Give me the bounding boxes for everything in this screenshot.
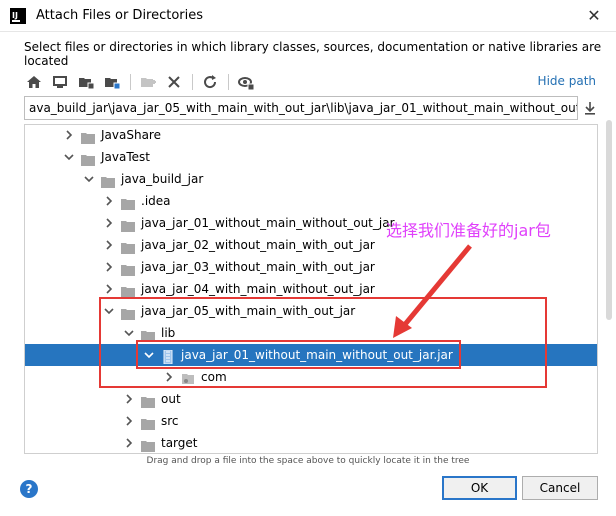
chevron-right-icon[interactable]	[103, 234, 115, 256]
tree-row[interactable]: .idea	[25, 190, 597, 212]
folder-icon	[141, 415, 155, 430]
folder-icon	[121, 195, 135, 210]
dialog-description: Select files or directories in which lib…	[24, 40, 602, 68]
tree-row[interactable]: java_build_jar	[25, 168, 597, 190]
new-folder-icon[interactable]	[138, 72, 158, 92]
close-icon[interactable]: ✕	[582, 4, 606, 28]
tree-row[interactable]: out	[25, 388, 597, 410]
folder-icon	[101, 173, 115, 188]
title-bar: IJ Attach Files or Directories ✕	[0, 0, 616, 32]
tree-scrollbar[interactable]	[606, 120, 612, 320]
tree-row-label: src	[161, 414, 179, 428]
tree-row-label: JavaTest	[101, 150, 150, 164]
tree-row-label: java_jar_01_without_main_without_out_jar	[141, 216, 395, 230]
tree-row-label: .idea	[141, 194, 171, 208]
drag-hint: Drag and drop a file into the space abov…	[146, 456, 470, 466]
toolbar-separator	[228, 74, 229, 90]
tree-row-label: JavaShare	[101, 128, 161, 142]
folder-icon	[121, 217, 135, 232]
intellij-app-icon: IJ	[10, 8, 26, 24]
annotation-text: 选择我们准备好的jar包	[386, 221, 551, 240]
module-folder-icon[interactable]	[102, 72, 122, 92]
tree-row-label: target	[161, 436, 198, 450]
tree-row-label: out	[161, 392, 181, 406]
desktop-icon[interactable]	[50, 72, 70, 92]
folder-icon	[141, 437, 155, 452]
delete-icon[interactable]	[164, 72, 184, 92]
folder-icon	[81, 129, 95, 144]
chevron-right-icon[interactable]	[63, 125, 75, 146]
window-title: Attach Files or Directories	[36, 8, 204, 23]
toolbar-separator	[192, 74, 193, 90]
toolbar: Hide path	[24, 70, 598, 94]
refresh-icon[interactable]	[200, 72, 220, 92]
chevron-right-icon[interactable]	[103, 212, 115, 234]
home-icon[interactable]	[24, 72, 44, 92]
tree-row[interactable]: target	[25, 432, 597, 453]
ok-button[interactable]: OK	[442, 476, 517, 500]
chevron-right-icon[interactable]	[123, 432, 135, 453]
folder-icon	[141, 393, 155, 408]
folder-icon	[121, 239, 135, 254]
path-row: ava_build_jar\java_jar_05_with_main_with…	[24, 96, 598, 120]
tree-row[interactable]: java_jar_03_without_main_with_out_jar	[25, 256, 597, 278]
download-icon[interactable]	[582, 100, 598, 116]
path-input[interactable]: ava_build_jar\java_jar_05_with_main_with…	[24, 96, 578, 120]
tree-row-label: java_build_jar	[121, 172, 204, 186]
folder-icon	[121, 261, 135, 276]
chevron-right-icon[interactable]	[123, 388, 135, 410]
file-tree[interactable]: JavaShare JavaTest java_build_jar .idea java…	[24, 124, 598, 454]
tree-row[interactable]: src	[25, 410, 597, 432]
cancel-button[interactable]: Cancel	[522, 476, 598, 500]
chevron-right-icon[interactable]	[103, 190, 115, 212]
tree-row[interactable]: JavaShare	[25, 125, 597, 146]
annotation-box-inner	[136, 340, 461, 369]
hide-path-link[interactable]: Hide path	[538, 74, 596, 88]
toolbar-separator	[130, 74, 131, 90]
tree-row[interactable]: JavaTest	[25, 146, 597, 168]
chevron-down-icon[interactable]	[63, 146, 75, 168]
folder-icon	[81, 151, 95, 166]
chevron-down-icon[interactable]	[83, 168, 95, 190]
tree-row-label: java_jar_03_without_main_with_out_jar	[141, 260, 375, 274]
chevron-right-icon[interactable]	[123, 410, 135, 432]
project-folder-icon[interactable]	[76, 72, 96, 92]
chevron-right-icon[interactable]	[103, 256, 115, 278]
folder-icon	[121, 283, 135, 298]
help-button[interactable]: ?	[20, 480, 38, 498]
show-hidden-icon[interactable]	[236, 72, 256, 92]
tree-row-label: java_jar_02_without_main_with_out_jar	[141, 238, 375, 252]
